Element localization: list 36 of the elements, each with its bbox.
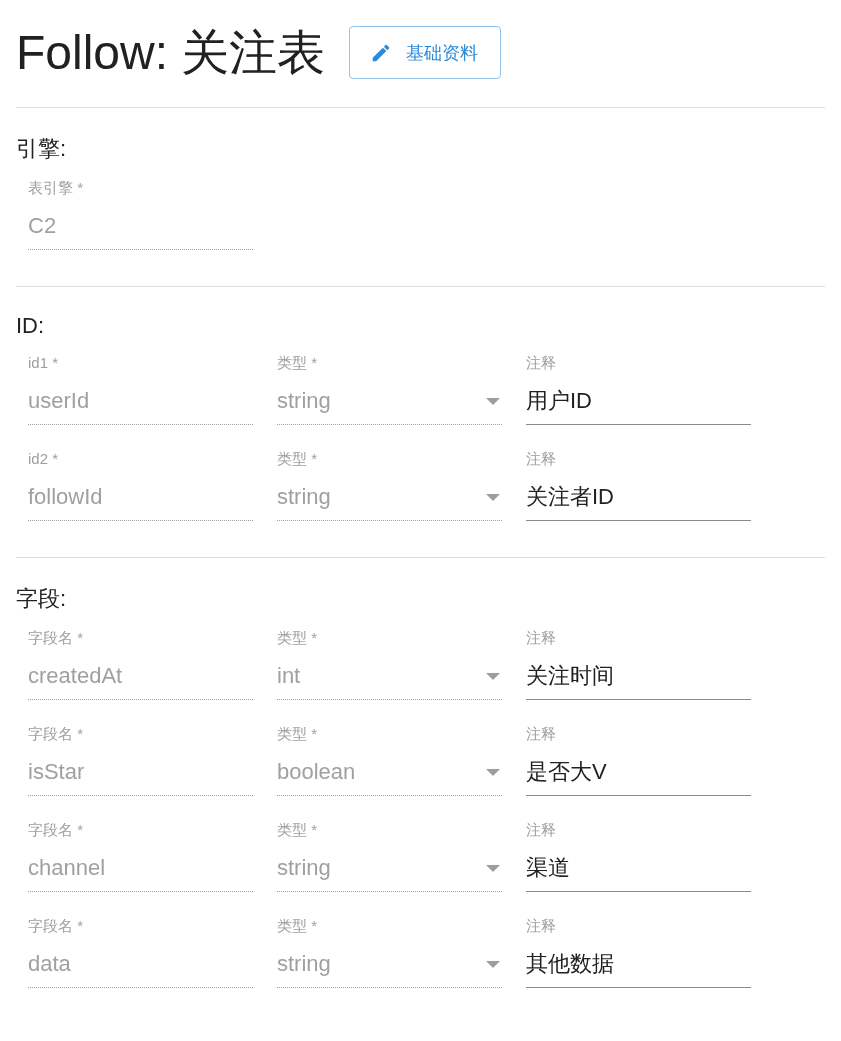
- input-field[interactable]: 是否大V: [526, 748, 751, 796]
- field-label: 注释: [526, 449, 556, 469]
- input-field[interactable]: 关注时间: [526, 652, 751, 700]
- input-field[interactable]: 用户ID: [526, 377, 751, 425]
- input-field[interactable]: 其他数据: [526, 940, 751, 988]
- field-label: 类型 *: [277, 820, 317, 840]
- field-label: 字段名 *: [28, 820, 83, 840]
- field-label: 注释: [526, 724, 556, 744]
- field-label: 注释: [526, 353, 556, 373]
- dropdown-caret-icon: [484, 958, 502, 969]
- field-label: 类型 *: [277, 449, 317, 469]
- edit-button[interactable]: 基础资料: [349, 26, 502, 79]
- field-label: 类型 *: [277, 724, 317, 744]
- dropdown-caret-icon: [484, 862, 502, 873]
- field-label: 注释: [526, 820, 556, 840]
- input-field[interactable]: 渠道: [526, 844, 751, 892]
- field-label: 类型 *: [277, 353, 317, 373]
- field-label: 注释: [526, 916, 556, 936]
- field-label: 类型 *: [277, 628, 317, 648]
- field-label: 字段名 *: [28, 916, 83, 936]
- dropdown-caret-icon: [484, 491, 502, 502]
- field-label: id2 *: [28, 449, 59, 469]
- field-label: 字段名 *: [28, 724, 83, 744]
- section-heading: ID:: [16, 313, 45, 339]
- dropdown-caret-icon: [484, 670, 502, 681]
- field-label: 注释: [526, 628, 556, 648]
- dropdown-caret-icon: [484, 766, 502, 777]
- section-heading: 引擎:: [16, 135, 67, 163]
- field-label: 表引擎 *: [28, 178, 83, 198]
- page-title: Follow: 关注表: [16, 24, 326, 81]
- section-heading: 字段:: [16, 585, 67, 613]
- field-label: 类型 *: [277, 916, 317, 936]
- input-field[interactable]: 关注者ID: [526, 473, 751, 521]
- dropdown-caret-icon: [484, 395, 502, 406]
- field-label: 字段名 *: [28, 628, 83, 648]
- field-label: id1 *: [28, 353, 59, 373]
